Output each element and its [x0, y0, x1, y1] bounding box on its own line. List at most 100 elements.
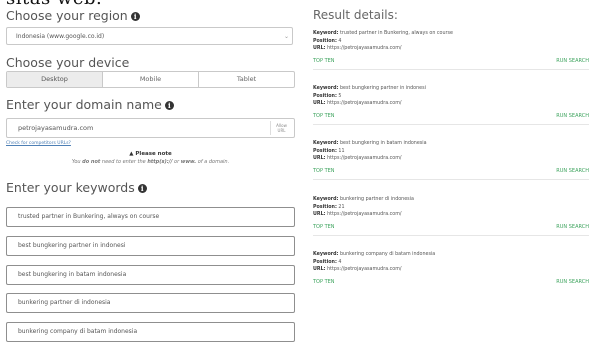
- keyword-value: best bungkering in batam indonesia: [340, 141, 427, 146]
- position-label: Position:: [313, 148, 337, 154]
- chevron-down-icon: ⌄: [283, 33, 289, 40]
- domain-input[interactable]: petrojayasamudra.com Allow URL: [6, 118, 295, 138]
- keyword-label: Keyword:: [313, 86, 339, 91]
- result-position: Position: 4: [313, 259, 589, 267]
- keyword-input-5[interactable]: bunkering company di batam indonesia: [6, 322, 295, 342]
- keyword-label: Keyword:: [313, 141, 339, 146]
- domain-input-value: petrojayasamudra.com: [18, 124, 94, 132]
- result-url: URL: https://petrojayasamudra.com/: [313, 266, 589, 274]
- keyword-value: best bungkering partner in indonesi: [340, 86, 426, 91]
- note-emphasis: do not: [82, 159, 101, 165]
- keyword-input-1[interactable]: trusted partner in Bunkering, always on …: [6, 207, 295, 227]
- keyword-value: bunkering partner di indonesia: [340, 197, 414, 202]
- keywords-heading-text: Enter your keywords: [6, 180, 135, 195]
- keyword-label: Keyword:: [313, 252, 339, 257]
- note-part: or: [172, 159, 181, 165]
- position-value: 4: [338, 38, 342, 44]
- top-ten-link[interactable]: TOP TEN: [313, 113, 335, 119]
- keyword-value: bunkering company di batam indonesia: [340, 252, 436, 257]
- competitors-link[interactable]: Check for competitors URLs?: [6, 141, 71, 146]
- url-value: https://petrojayasamudra.com/: [327, 101, 402, 106]
- region-select-value: Indonesia (www.google.co.id): [16, 33, 105, 40]
- position-value: 4: [338, 259, 342, 265]
- position-label: Position:: [313, 204, 337, 210]
- please-note-text: Please note: [135, 151, 172, 157]
- note-emphasis: www.: [180, 159, 197, 165]
- note-part: of a domain.: [196, 159, 230, 165]
- result-keyword: Keyword: best bungkering partner in indo…: [313, 85, 589, 93]
- region-heading: Choose your region i: [6, 8, 140, 23]
- device-heading-text: Choose your device: [6, 55, 130, 70]
- keyword-input-2[interactable]: best bungkering partner in indonesi: [6, 236, 295, 256]
- divider: [313, 68, 589, 70]
- run-search-link[interactable]: RUN SEARCH: [556, 168, 589, 174]
- top-ten-link[interactable]: TOP TEN: [313, 224, 335, 230]
- keyword-input-4[interactable]: bunkering partner di indonesia: [6, 293, 295, 313]
- url-value: https://petrojayasamudra.com/: [327, 46, 402, 51]
- result-item: Keyword: bunkering partner di indonesia …: [313, 196, 589, 236]
- device-selector: Desktop Mobile Tablet: [6, 71, 295, 88]
- note-part: need to enter the: [100, 159, 148, 165]
- result-url: URL: https://petrojayasamudra.com/: [313, 155, 589, 163]
- url-label: URL:: [313, 46, 326, 51]
- results-heading: Result details:: [313, 8, 398, 22]
- top-ten-link[interactable]: TOP TEN: [313, 279, 335, 285]
- domain-heading-text: Enter your domain name: [6, 97, 162, 112]
- keyword-value: trusted partner in Bunkering, always on …: [340, 31, 453, 36]
- url-value: https://petrojayasamudra.com/: [327, 212, 402, 217]
- position-value: 21: [338, 204, 345, 210]
- domain-heading: Enter your domain name i: [6, 97, 174, 112]
- keyword-label: Keyword:: [313, 31, 339, 36]
- device-option-mobile[interactable]: Mobile: [103, 72, 199, 87]
- result-url: URL: https://petrojayasamudra.com/: [313, 100, 589, 108]
- info-icon[interactable]: i: [137, 184, 147, 193]
- divider: [313, 178, 589, 180]
- info-icon[interactable]: i: [130, 12, 140, 21]
- device-option-tablet[interactable]: Tablet: [199, 72, 294, 87]
- please-note-body: You do not need to enter the http(s):// …: [6, 159, 295, 165]
- url-value: https://petrojayasamudra.com/: [327, 267, 402, 272]
- url-label: URL:: [313, 101, 326, 106]
- result-keyword: Keyword: bunkering partner di indonesia: [313, 196, 589, 204]
- run-search-link[interactable]: RUN SEARCH: [556, 58, 589, 64]
- result-item: Keyword: trusted partner in Bunkering, a…: [313, 30, 589, 70]
- warning-icon: ▲: [129, 151, 134, 157]
- keyword-label: Keyword:: [313, 197, 339, 202]
- result-keyword: Keyword: trusted partner in Bunkering, a…: [313, 30, 589, 38]
- run-search-link[interactable]: RUN SEARCH: [556, 113, 589, 119]
- allow-url-toggle[interactable]: Allow URL: [270, 121, 292, 135]
- run-search-link[interactable]: RUN SEARCH: [556, 279, 589, 285]
- result-actions: TOP TEN RUN SEARCH: [313, 168, 589, 174]
- region-select[interactable]: Indonesia (www.google.co.id) ⌄: [6, 27, 293, 45]
- position-label: Position:: [313, 259, 337, 265]
- result-item: Keyword: bunkering company di batam indo…: [313, 251, 589, 285]
- result-actions: TOP TEN RUN SEARCH: [313, 279, 589, 285]
- device-option-desktop[interactable]: Desktop: [7, 72, 103, 87]
- note-emphasis: http(s)://: [147, 159, 173, 165]
- url-label: URL:: [313, 212, 326, 217]
- url-value: https://petrojayasamudra.com/: [327, 156, 402, 161]
- divider: [313, 123, 589, 125]
- keyword-input-3[interactable]: best bungkering in batam indonesia: [6, 265, 295, 285]
- result-position: Position: 5: [313, 93, 589, 101]
- keywords-heading: Enter your keywords i: [6, 180, 147, 195]
- top-ten-link[interactable]: TOP TEN: [313, 58, 335, 64]
- result-actions: TOP TEN RUN SEARCH: [313, 224, 589, 230]
- result-keyword: Keyword: best bungkering in batam indone…: [313, 140, 589, 148]
- device-heading: Choose your device: [6, 55, 129, 70]
- run-search-link[interactable]: RUN SEARCH: [556, 224, 589, 230]
- result-position: Position: 11: [313, 148, 589, 156]
- info-icon[interactable]: i: [164, 101, 174, 110]
- result-item: Keyword: best bungkering in batam indone…: [313, 140, 589, 180]
- allow-url-label-2: URL: [277, 128, 286, 133]
- position-label: Position:: [313, 93, 337, 99]
- region-heading-text: Choose your region: [6, 8, 128, 23]
- result-url: URL: https://petrojayasamudra.com/: [313, 45, 589, 53]
- please-note-title: ▲ Please note: [6, 151, 295, 157]
- position-label: Position:: [313, 38, 337, 44]
- top-ten-link[interactable]: TOP TEN: [313, 168, 335, 174]
- result-url: URL: https://petrojayasamudra.com/: [313, 211, 589, 219]
- result-item: Keyword: best bungkering partner in indo…: [313, 85, 589, 125]
- note-part: You: [71, 159, 83, 165]
- position-value: 5: [338, 93, 342, 99]
